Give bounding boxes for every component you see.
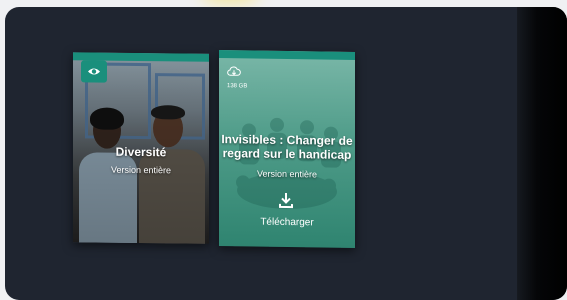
card-subtitle: Version entière [110,164,172,176]
video-card-invisibles[interactable]: 138 GB Invisibles : Changer de regard su… [219,50,355,248]
top-glow [200,0,260,4]
card-title: Invisibles : Changer de regard sur le ha… [221,132,353,162]
panel-edge [517,7,567,300]
card-subtitle: Version entière [256,168,318,180]
download-icon[interactable] [277,191,295,214]
download-button[interactable]: Télécharger [219,216,355,229]
card-accent-bar [219,50,355,60]
download-size: 138 GB [227,64,247,89]
cloud-download-icon [227,66,241,76]
eye-icon[interactable] [81,60,107,83]
video-card-diversite[interactable]: Diversité Version entière [73,52,209,244]
size-label: 138 GB [227,83,248,90]
card-title: Diversité [115,144,167,160]
library-panel: Diversité Version entière 138 GB Invisib… [5,7,567,300]
